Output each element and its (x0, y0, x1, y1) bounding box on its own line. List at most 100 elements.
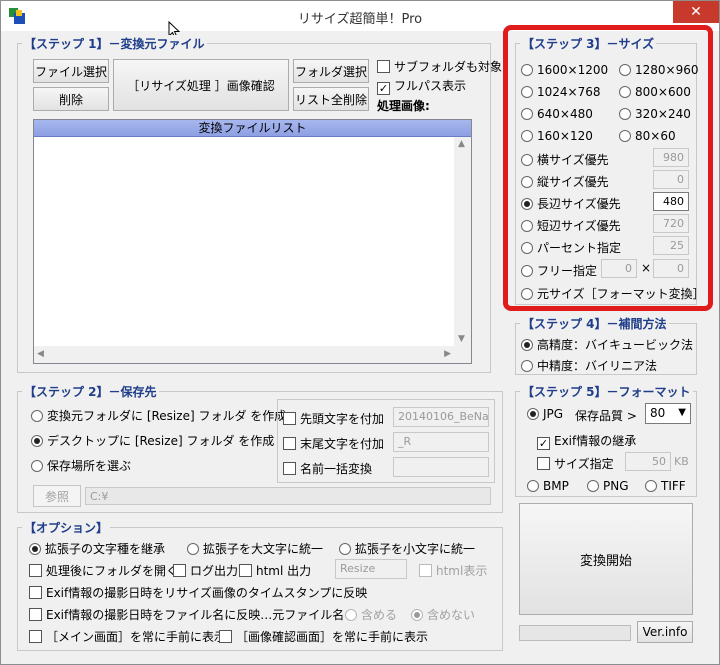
size-spec-input[interactable]: 50 (625, 452, 671, 471)
clear-list-button[interactable]: リスト全削除 (293, 87, 369, 111)
file-select-button[interactable]: ファイル選択 (33, 59, 109, 83)
prefix-input[interactable]: 20140106_BeNati (393, 407, 489, 427)
suffix-input[interactable]: _R (393, 432, 489, 452)
subfolder-checkbox[interactable]: サブフォルダも対象 (377, 58, 502, 75)
scroll-right-icon[interactable]: ▶ (444, 349, 451, 359)
resize-preview-button[interactable]: ［リサイズ処理 ］画像確認 (113, 59, 289, 111)
log-label: ログ出力 (190, 564, 239, 578)
interp-mid-radio[interactable] (521, 360, 533, 372)
prefix-check-box[interactable] (283, 412, 296, 425)
chevron-down-icon: ▼ (678, 407, 686, 418)
log-checkbox[interactable]: ログ出力 (173, 562, 238, 579)
prefix-label: 先頭文字を付加 (300, 412, 385, 426)
save-option-source-folder[interactable]: 変換元フォルダに [Resize] フォルダ を作成 (31, 407, 286, 424)
open-folder-checkbox[interactable]: 処理後にフォルダを開く (29, 562, 178, 579)
main-top-checkbox[interactable]: ［メイン画面］を常に手前に表示 (29, 628, 226, 645)
ext-upper-radio[interactable] (187, 543, 199, 555)
scroll-down-icon[interactable]: ▼ (458, 334, 465, 344)
html-check-box[interactable] (239, 564, 252, 577)
size-spec-check-box[interactable] (537, 457, 550, 470)
save-option-source-radio[interactable] (31, 410, 43, 422)
scroll-up-icon[interactable]: ▲ (458, 139, 465, 149)
exif-filename-checkbox[interactable]: Exif情報の撮影日時をファイル名に反映…元ファイル名 ： (29, 606, 360, 623)
ext-keep-option[interactable]: 拡張子の文字種を継承 (29, 540, 165, 557)
html-show-checkbox[interactable]: html表示 (419, 562, 487, 579)
html-checkbox[interactable]: html 出力 (239, 562, 311, 579)
fullpath-label: フルパス表示 (394, 79, 467, 93)
tiff-option[interactable]: TIFF (645, 479, 686, 493)
include-original-label: 含める (361, 608, 398, 622)
scrollbar-corner (454, 346, 471, 363)
save-option-choose-radio[interactable] (31, 460, 43, 472)
quality-label: 保存品質 > (575, 409, 637, 423)
ext-upper-option[interactable]: 拡張子を大文字に統一 (187, 540, 323, 557)
file-list[interactable]: 変換ファイルリスト ▲ ▼ ◀ ▶ (33, 119, 472, 364)
save-option-desktop-label: デスクトップに [Resize] フォルダ を作成 (47, 434, 275, 448)
ext-lower-radio[interactable] (339, 543, 351, 555)
fullpath-check-box[interactable]: ✓ (377, 82, 390, 95)
jpg-option[interactable]: JPG (527, 407, 563, 421)
version-info-button[interactable]: Ver.info (637, 621, 693, 643)
open-folder-check-box[interactable] (29, 564, 42, 577)
prefix-checkbox[interactable]: 先頭文字を付加 (283, 410, 384, 427)
file-list-horizontal-scrollbar[interactable]: ◀ ▶ (34, 346, 454, 363)
exclude-original-radio[interactable] (411, 609, 423, 621)
main-top-label: ［メイン画面］を常に手前に表示 (46, 630, 227, 644)
exclude-original-option[interactable]: 含めない (411, 606, 475, 623)
close-button[interactable]: ✕ (673, 1, 719, 23)
html-show-check-box[interactable] (419, 564, 432, 577)
interp-high-option[interactable]: 高精度：バイキュービック法 (521, 336, 693, 353)
html-name-input[interactable]: Resize (335, 559, 407, 579)
png-label: PNG (603, 479, 629, 493)
save-path-field[interactable]: C:¥ (85, 487, 491, 505)
step4-title: 【ステップ 4】－補間方法 (520, 315, 669, 332)
convert-start-button[interactable]: 変換開始 (519, 503, 693, 615)
browse-button[interactable]: 参照 (33, 485, 81, 507)
log-check-box[interactable] (173, 564, 186, 577)
preview-top-checkbox[interactable]: ［画像確認画面］を常に手前に表示 (219, 628, 428, 645)
exclude-original-label: 含めない (427, 608, 476, 622)
bmp-radio[interactable] (527, 480, 539, 492)
exif-filename-check-box[interactable] (29, 608, 42, 621)
save-option-choose-label: 保存場所を選ぶ (47, 459, 132, 473)
rename-check-box[interactable] (283, 462, 296, 475)
interp-mid-option[interactable]: 中精度：バイリニア法 (521, 357, 657, 374)
ext-keep-radio[interactable] (29, 543, 41, 555)
quality-select[interactable]: 80 ▼ (645, 403, 691, 424)
size-spec-checkbox[interactable]: サイズ指定 (537, 455, 614, 472)
ext-lower-option[interactable]: 拡張子を小文字に統一 (339, 540, 475, 557)
step1-title: 【ステップ 1】－変換元ファイル (22, 35, 207, 52)
include-original-radio[interactable] (345, 609, 357, 621)
scroll-left-icon[interactable]: ◀ (37, 349, 44, 359)
include-original-option[interactable]: 含める (345, 606, 397, 623)
suffix-check-box[interactable] (283, 437, 296, 450)
open-folder-label: 処理後にフォルダを開く (46, 564, 179, 578)
exif-keep-checkbox[interactable]: ✓ Exif情報の継承 (537, 432, 636, 450)
subfolder-check-box[interactable] (377, 60, 390, 73)
exif-timestamp-checkbox[interactable]: Exif情報の撮影日時をリサイズ画像のタイムスタンプに反映 (29, 584, 367, 601)
save-option-desktop[interactable]: デスクトップに [Resize] フォルダ を作成 (31, 432, 274, 449)
bmp-label: BMP (543, 479, 569, 493)
main-top-check-box[interactable] (29, 630, 42, 643)
bmp-option[interactable]: BMP (527, 479, 569, 493)
fullpath-checkbox[interactable]: ✓ フルパス表示 (377, 77, 466, 95)
html-label: html 出力 (256, 564, 312, 578)
exif-timestamp-check-box[interactable] (29, 586, 42, 599)
exif-keep-check-box[interactable]: ✓ (537, 437, 550, 450)
jpg-radio[interactable] (527, 408, 539, 420)
interp-high-radio[interactable] (521, 339, 533, 351)
png-option[interactable]: PNG (587, 479, 629, 493)
save-option-choose[interactable]: 保存場所を選ぶ (31, 457, 131, 474)
folder-select-button[interactable]: フォルダ選択 (293, 59, 369, 83)
suffix-label: 末尾文字を付加 (300, 437, 385, 451)
rename-checkbox[interactable]: 名前一括変換 (283, 460, 372, 477)
save-option-desktop-radio[interactable] (31, 435, 43, 447)
png-radio[interactable] (587, 480, 599, 492)
delete-button[interactable]: 削除 (33, 87, 109, 111)
rename-input[interactable] (393, 457, 489, 477)
tiff-radio[interactable] (645, 480, 657, 492)
file-list-vertical-scrollbar[interactable]: ▲ ▼ (454, 137, 471, 346)
preview-top-check-box[interactable] (219, 630, 232, 643)
size-spec-label: サイズ指定 (554, 457, 614, 471)
suffix-checkbox[interactable]: 末尾文字を付加 (283, 435, 384, 452)
